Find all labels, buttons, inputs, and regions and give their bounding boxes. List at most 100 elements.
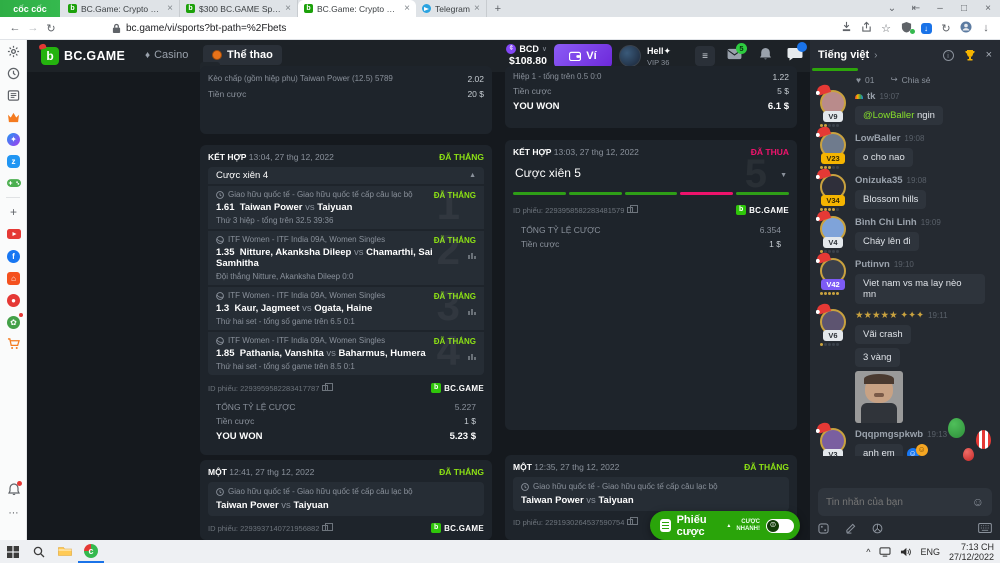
user-info[interactable]: Hell✦ VIP 36 (647, 46, 671, 67)
chat-username[interactable]: tk (867, 91, 875, 102)
quick-bet-toggle[interactable]: ⏼ (766, 519, 794, 533)
notifications-button[interactable] (759, 47, 772, 64)
single-bet-card[interactable]: MỘT 12:41, 27 thg 12, 2022 ĐÃ THẮNG Giao… (200, 460, 492, 540)
info-icon[interactable]: i (943, 50, 954, 61)
tray-expand-icon[interactable]: ^ (866, 547, 870, 557)
file-explorer-icon[interactable] (52, 540, 78, 563)
share-icon[interactable] (856, 21, 876, 35)
chat-bubble[interactable]: 3 vàng (855, 348, 900, 367)
chat-gif-image[interactable] (855, 371, 903, 423)
save-page-icon[interactable] (836, 21, 856, 35)
dice-icon[interactable] (818, 523, 829, 534)
wallet-button[interactable]: Ví (554, 44, 612, 68)
cart-icon[interactable] (0, 333, 27, 355)
back-icon[interactable]: ← (6, 22, 24, 34)
chat-input-field[interactable] (826, 497, 956, 508)
sync-icon[interactable]: ↻ (936, 22, 956, 35)
site-logo[interactable]: b BC.GAME (41, 47, 125, 65)
chat-bubble[interactable]: Vãi crash (855, 325, 911, 344)
messenger-icon[interactable]: ✦ (0, 128, 27, 150)
parlay-leg[interactable]: Giao hữu quốc tế - Giao hữu quốc tế cấp … (208, 186, 484, 229)
copy-icon[interactable] (627, 207, 633, 213)
mail-button[interactable]: 5 (727, 48, 742, 63)
mention[interactable]: @LowBaller (863, 110, 914, 121)
share-label[interactable]: Chia sẻ (902, 75, 931, 85)
collapse-icon[interactable]: ▲ (469, 172, 476, 179)
stats-icon[interactable] (468, 309, 476, 315)
downloads-icon[interactable]: ↓ (976, 22, 996, 34)
url-text[interactable]: bc.game/vi/sports?bt-path=%2Fbets (126, 23, 286, 34)
chat-toggle-button[interactable] (787, 46, 803, 64)
bet-card-partial[interactable]: Kèo chấp (gồm hiệp phụ) Taiwan Power (12… (200, 66, 492, 134)
shopee-icon[interactable]: ⌂ (0, 267, 27, 289)
parlay-leg[interactable]: ITF Women - ITF India 09A, Women Singles… (208, 332, 484, 375)
chat-bubble[interactable]: Blossom hills (855, 190, 926, 209)
coccoc-downloader-icon[interactable]: ↓ (916, 22, 936, 34)
betslip-button[interactable]: Phiếu cược ▴ CƯỢCNHANH! ⏼ (650, 511, 800, 540)
browser-tab[interactable]: b$300 BC.GAME Sports Parlay× (180, 0, 298, 17)
user-avatar[interactable] (619, 45, 641, 67)
volume-icon[interactable] (900, 547, 911, 557)
chat-username[interactable]: Putinvn (855, 259, 890, 270)
stats-icon[interactable] (468, 253, 476, 259)
bookmark-star-icon[interactable]: ☆ (876, 22, 896, 35)
roulette-icon[interactable] (872, 523, 883, 534)
like-heart-icon[interactable]: ♥ (856, 75, 861, 85)
language-indicator[interactable]: ENG (920, 547, 940, 557)
tab-close-icon[interactable]: × (474, 3, 480, 14)
clock[interactable]: 7:13 CH27/12/2022 (949, 542, 994, 562)
new-tab-button[interactable]: + (487, 3, 509, 15)
browser-tab[interactable]: bBC.Game: Crypto Casino Gan× (62, 0, 180, 17)
tab-close-icon[interactable]: × (167, 3, 173, 14)
parlay-leg[interactable]: ITF Women - ITF India 09A, Women Singles… (208, 287, 484, 330)
chat-bubble[interactable]: Viet nam vs ma lay nèo mn (855, 274, 985, 304)
history-icon[interactable] (0, 62, 27, 84)
more-options-icon[interactable]: ⋯ (0, 502, 27, 524)
crown-rewards-icon[interactable] (0, 106, 27, 128)
network-icon[interactable] (879, 547, 891, 557)
chat-close-icon[interactable]: × (986, 49, 992, 61)
stats-icon[interactable] (468, 354, 476, 360)
tab-search-icon[interactable]: ⌄ (880, 3, 904, 14)
browser-tab-active[interactable]: bBC.Game: Crypto Casino Gan× (298, 0, 416, 17)
window-minimize-button[interactable]: – (928, 3, 952, 14)
facebook-icon[interactable]: f (0, 245, 27, 267)
balance-display[interactable]: ¢ BCD ∨ $108.80 (495, 44, 547, 67)
settings-gear-icon[interactable] (0, 40, 27, 62)
copy-icon[interactable] (627, 519, 633, 525)
window-close-button[interactable]: × (976, 3, 1000, 14)
zalo-icon[interactable]: z (0, 150, 27, 172)
emoji-smiley-icon[interactable]: ☺ (972, 495, 984, 509)
chat-username[interactable]: Bình Chi Linh (855, 217, 917, 228)
chat-bubble[interactable]: anh em (855, 444, 903, 456)
reload-icon[interactable]: ↻ (42, 22, 60, 35)
parlay-bet-card[interactable]: KẾT HỢP 13:04, 27 thg 12, 2022 ĐÃ THẮNG … (200, 145, 492, 455)
trophy-icon[interactable] (964, 49, 976, 61)
expand-icon[interactable]: ▼ (780, 172, 787, 179)
browser-tab[interactable]: Telegram× (416, 0, 487, 17)
coccoc-taskbar-icon[interactable]: c (78, 540, 104, 563)
pencil-icon[interactable] (845, 523, 856, 534)
tab-close-icon[interactable]: × (404, 3, 410, 14)
reaction-emoji-icon[interactable]: ☺ (916, 444, 928, 456)
chat-username[interactable]: ★★★★★ ✦✦✦ (855, 310, 924, 321)
youtube-icon[interactable] (0, 223, 27, 245)
chat-username[interactable]: LowBaller (855, 133, 900, 144)
forward-icon[interactable]: → (24, 22, 42, 34)
news-red-icon[interactable]: ● (0, 289, 27, 311)
shield-adblock-icon[interactable] (896, 21, 916, 36)
bet-list-button[interactable]: ≡ (695, 46, 715, 66)
tab-close-icon[interactable]: × (285, 3, 291, 14)
taskbar-search-icon[interactable] (26, 540, 52, 563)
chat-bubble[interactable]: Cháy lên đi (855, 232, 919, 251)
nav-casino[interactable]: ♦ Casino (145, 49, 188, 61)
window-maximize-button[interactable]: □ (952, 3, 976, 14)
chat-bubble[interactable]: o cho nao (855, 148, 913, 167)
newsfeed-icon[interactable] (0, 84, 27, 106)
games-gamepad-icon[interactable] (0, 172, 27, 194)
grab-icon[interactable]: ✿ (0, 311, 27, 333)
copy-icon[interactable] (322, 525, 328, 531)
add-shortcut-icon[interactable]: + (0, 201, 27, 223)
sidebar-toggle-icon[interactable]: ⇤ (904, 3, 928, 14)
chat-username[interactable]: Dqqpmgspkwb (855, 429, 923, 440)
